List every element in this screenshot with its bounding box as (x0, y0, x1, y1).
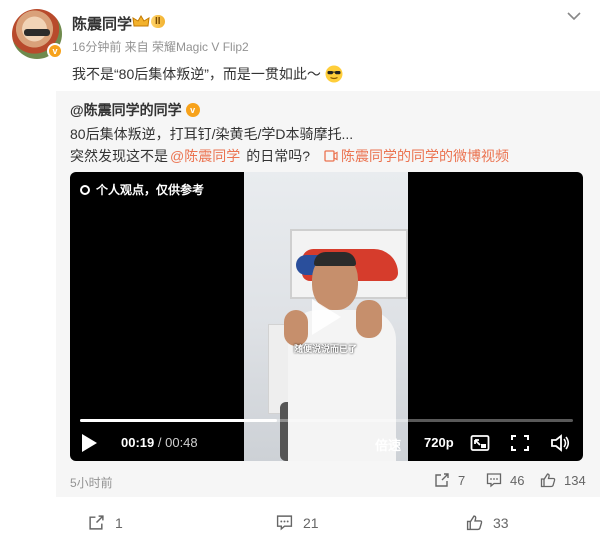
info-icon (80, 184, 90, 195)
person-hand-right (356, 300, 382, 338)
comment-button[interactable]: 21 (276, 514, 319, 531)
post-author-name[interactable]: 陈震同学 (72, 13, 132, 34)
video-link[interactable]: 陈震同学的同学的微博视频 (324, 146, 509, 166)
repost-share-button[interactable]: 7 (434, 472, 465, 488)
repost-text-prefix: 突然发现这不是 (70, 148, 168, 164)
share-count: 1 (115, 514, 123, 531)
mention-link[interactable]: @陈震同学 (170, 146, 240, 166)
crown-icon (132, 14, 150, 26)
comment-icon (486, 473, 502, 488)
verified-badge-icon: v (185, 103, 200, 117)
time-display: 00:19 / 00:48 (121, 435, 198, 450)
video-caption: 随便说说而已了 (294, 344, 358, 354)
like-button[interactable]: 33 (466, 514, 509, 531)
cool-sunglasses-emoji-icon (325, 65, 343, 83)
repost-text-line2: 突然发现这不是 @陈震同学 的日常吗? 陈震同学的同学的微博视频 (70, 146, 509, 166)
repost-text-line1: 80后集体叛逆，打耳钉/染黄毛/学D本骑摩托... (70, 126, 354, 142)
video-player[interactable]: 随便说说而已了 个人观点，仅供参考 00:19 / 00:48 倍速 720p (70, 172, 583, 461)
comment-icon (276, 515, 293, 531)
post-text: 我不是“80后集体叛逆”，而是一贯如此～ (72, 64, 343, 84)
post-meta: 16分钟前 来自 荣耀Magic V Flip2 (72, 40, 249, 54)
repost-comment-count: 46 (510, 472, 525, 488)
share-icon (89, 515, 104, 530)
progress-bar[interactable] (80, 419, 573, 422)
quality-button[interactable]: 720p (424, 435, 454, 450)
video-link-label[interactable]: 陈震同学的同学的微博视频 (341, 146, 509, 166)
picture-in-picture-icon[interactable] (470, 434, 490, 452)
fullscreen-icon[interactable] (510, 434, 530, 452)
chevron-down-icon[interactable] (566, 10, 582, 22)
thumbs-up-icon (540, 473, 556, 488)
video-tag: 个人观点，仅供参考 (80, 181, 204, 198)
video-tag-label: 个人观点，仅供参考 (96, 183, 205, 197)
person-hand-left (284, 310, 308, 346)
level-badge: II (151, 15, 165, 28)
verified-badge-icon: v (47, 43, 63, 59)
comment-count: 21 (303, 514, 319, 531)
avatar-sunglasses (24, 29, 50, 36)
repost-comment-button[interactable]: 46 (486, 472, 524, 488)
video-link-icon (324, 150, 338, 162)
repost-timestamp: 5小时前 (70, 476, 113, 490)
play-overlay-icon[interactable] (309, 297, 343, 337)
thumbs-up-icon (466, 515, 483, 531)
post-body: 我不是“80后集体叛逆”，而是一贯如此～ (72, 66, 321, 82)
repost-like-count: 134 (564, 472, 586, 488)
repost-author[interactable]: @陈震同学的同学 v (70, 100, 200, 120)
share-button[interactable]: 1 (88, 514, 123, 531)
repost-like-button[interactable]: 134 (540, 472, 586, 488)
repost-share-count: 7 (458, 472, 466, 488)
play-icon[interactable] (80, 433, 98, 453)
share-icon (435, 473, 449, 487)
volume-icon[interactable] (550, 434, 570, 452)
person-hair (314, 252, 356, 266)
repost-text-suffix: 的日常吗? (246, 148, 311, 164)
total-time: 00:48 (165, 435, 198, 450)
progress-fill (80, 419, 278, 422)
repost-author-name[interactable]: @陈震同学的同学 (70, 100, 182, 120)
speed-button[interactable]: 倍速 (375, 435, 401, 454)
current-time: 00:19 (121, 435, 155, 450)
like-count: 33 (493, 514, 509, 531)
member-badge[interactable]: II (132, 13, 170, 30)
